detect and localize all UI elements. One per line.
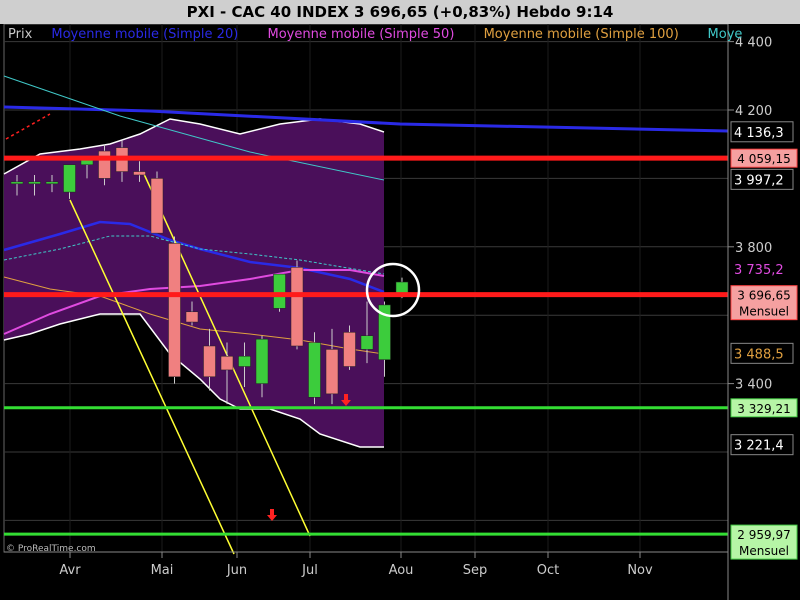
legend-item: Moyenne mobile (Simple 20) bbox=[51, 27, 238, 42]
x-tick-label: Sep bbox=[463, 563, 488, 578]
x-tick-label: Aou bbox=[389, 563, 414, 578]
x-tick-label: Jun bbox=[226, 563, 247, 578]
candle bbox=[343, 325, 356, 370]
y-tick-label: 3 400 bbox=[735, 378, 772, 393]
y-tick-label: 4 200 bbox=[735, 104, 772, 119]
axis-value-label: 3 221,4 bbox=[734, 439, 784, 454]
candle-up bbox=[360, 335, 374, 350]
level-sublabel: Mensuel bbox=[739, 544, 789, 558]
level-label: 4 059,15 bbox=[737, 152, 790, 166]
candle-down bbox=[325, 349, 339, 395]
axis-value-label: 3 488,5 bbox=[734, 347, 784, 362]
x-axis: Avr Mai Jun Jul Aou Sep Oct Nov bbox=[4, 551, 728, 578]
candle-up bbox=[255, 338, 269, 384]
candle-down bbox=[220, 355, 234, 371]
candle-up bbox=[308, 342, 321, 398]
candle-down bbox=[98, 150, 111, 179]
axis-value-label: 3 997,2 bbox=[734, 173, 784, 188]
y-tick-label: 3 800 bbox=[735, 241, 772, 256]
level-label: 3 696,65 bbox=[737, 289, 790, 303]
watermark: © ProRealTime.com bbox=[6, 544, 96, 554]
x-tick-label: Nov bbox=[627, 563, 653, 578]
candle-down bbox=[185, 311, 199, 323]
level-label: 2 959,97 bbox=[737, 528, 790, 542]
candle bbox=[168, 236, 181, 384]
level-sublabel: Mensuel bbox=[739, 305, 789, 319]
candle bbox=[150, 171, 164, 234]
candle-up bbox=[238, 355, 251, 367]
candle-up bbox=[45, 181, 59, 185]
candle bbox=[290, 260, 304, 350]
axis-value-label: 3 735,2 bbox=[734, 263, 784, 278]
candle-down bbox=[168, 243, 181, 378]
level-label: 3 329,21 bbox=[737, 402, 790, 416]
legend-item: Prix bbox=[8, 27, 33, 42]
candle-up bbox=[63, 164, 76, 193]
candle-down bbox=[203, 345, 216, 378]
candle-up bbox=[273, 273, 286, 309]
price-chart[interactable]: 4 059,15 3 696,65 Mensuel 3 329,21 2 959,97 M… bbox=[0, 24, 800, 600]
x-tick-label: Avr bbox=[59, 563, 81, 578]
legend: Prix Moyenne mobile (Simple 20) Moyenne mo… bbox=[8, 27, 742, 42]
candle-up bbox=[28, 181, 41, 185]
candle-up bbox=[10, 181, 24, 185]
x-tick-label: Mai bbox=[151, 563, 174, 578]
legend-item: Moye bbox=[708, 27, 743, 42]
legend-item: Moyenne mobile (Simple 100) bbox=[484, 27, 679, 42]
candle bbox=[308, 332, 321, 405]
candle-down bbox=[290, 267, 304, 347]
x-tick-label: Jul bbox=[301, 563, 318, 578]
x-tick-label: Oct bbox=[537, 563, 559, 578]
candle-down bbox=[343, 332, 356, 367]
candle-down bbox=[133, 171, 146, 176]
axis-value-label: 4 136,3 bbox=[734, 126, 784, 141]
chart-title: PXI - CAC 40 INDEX 3 696,65 (+0,83%) Heb… bbox=[0, 0, 800, 24]
candle-down bbox=[150, 178, 164, 234]
legend-item: Moyenne mobile (Simple 50) bbox=[268, 27, 455, 42]
